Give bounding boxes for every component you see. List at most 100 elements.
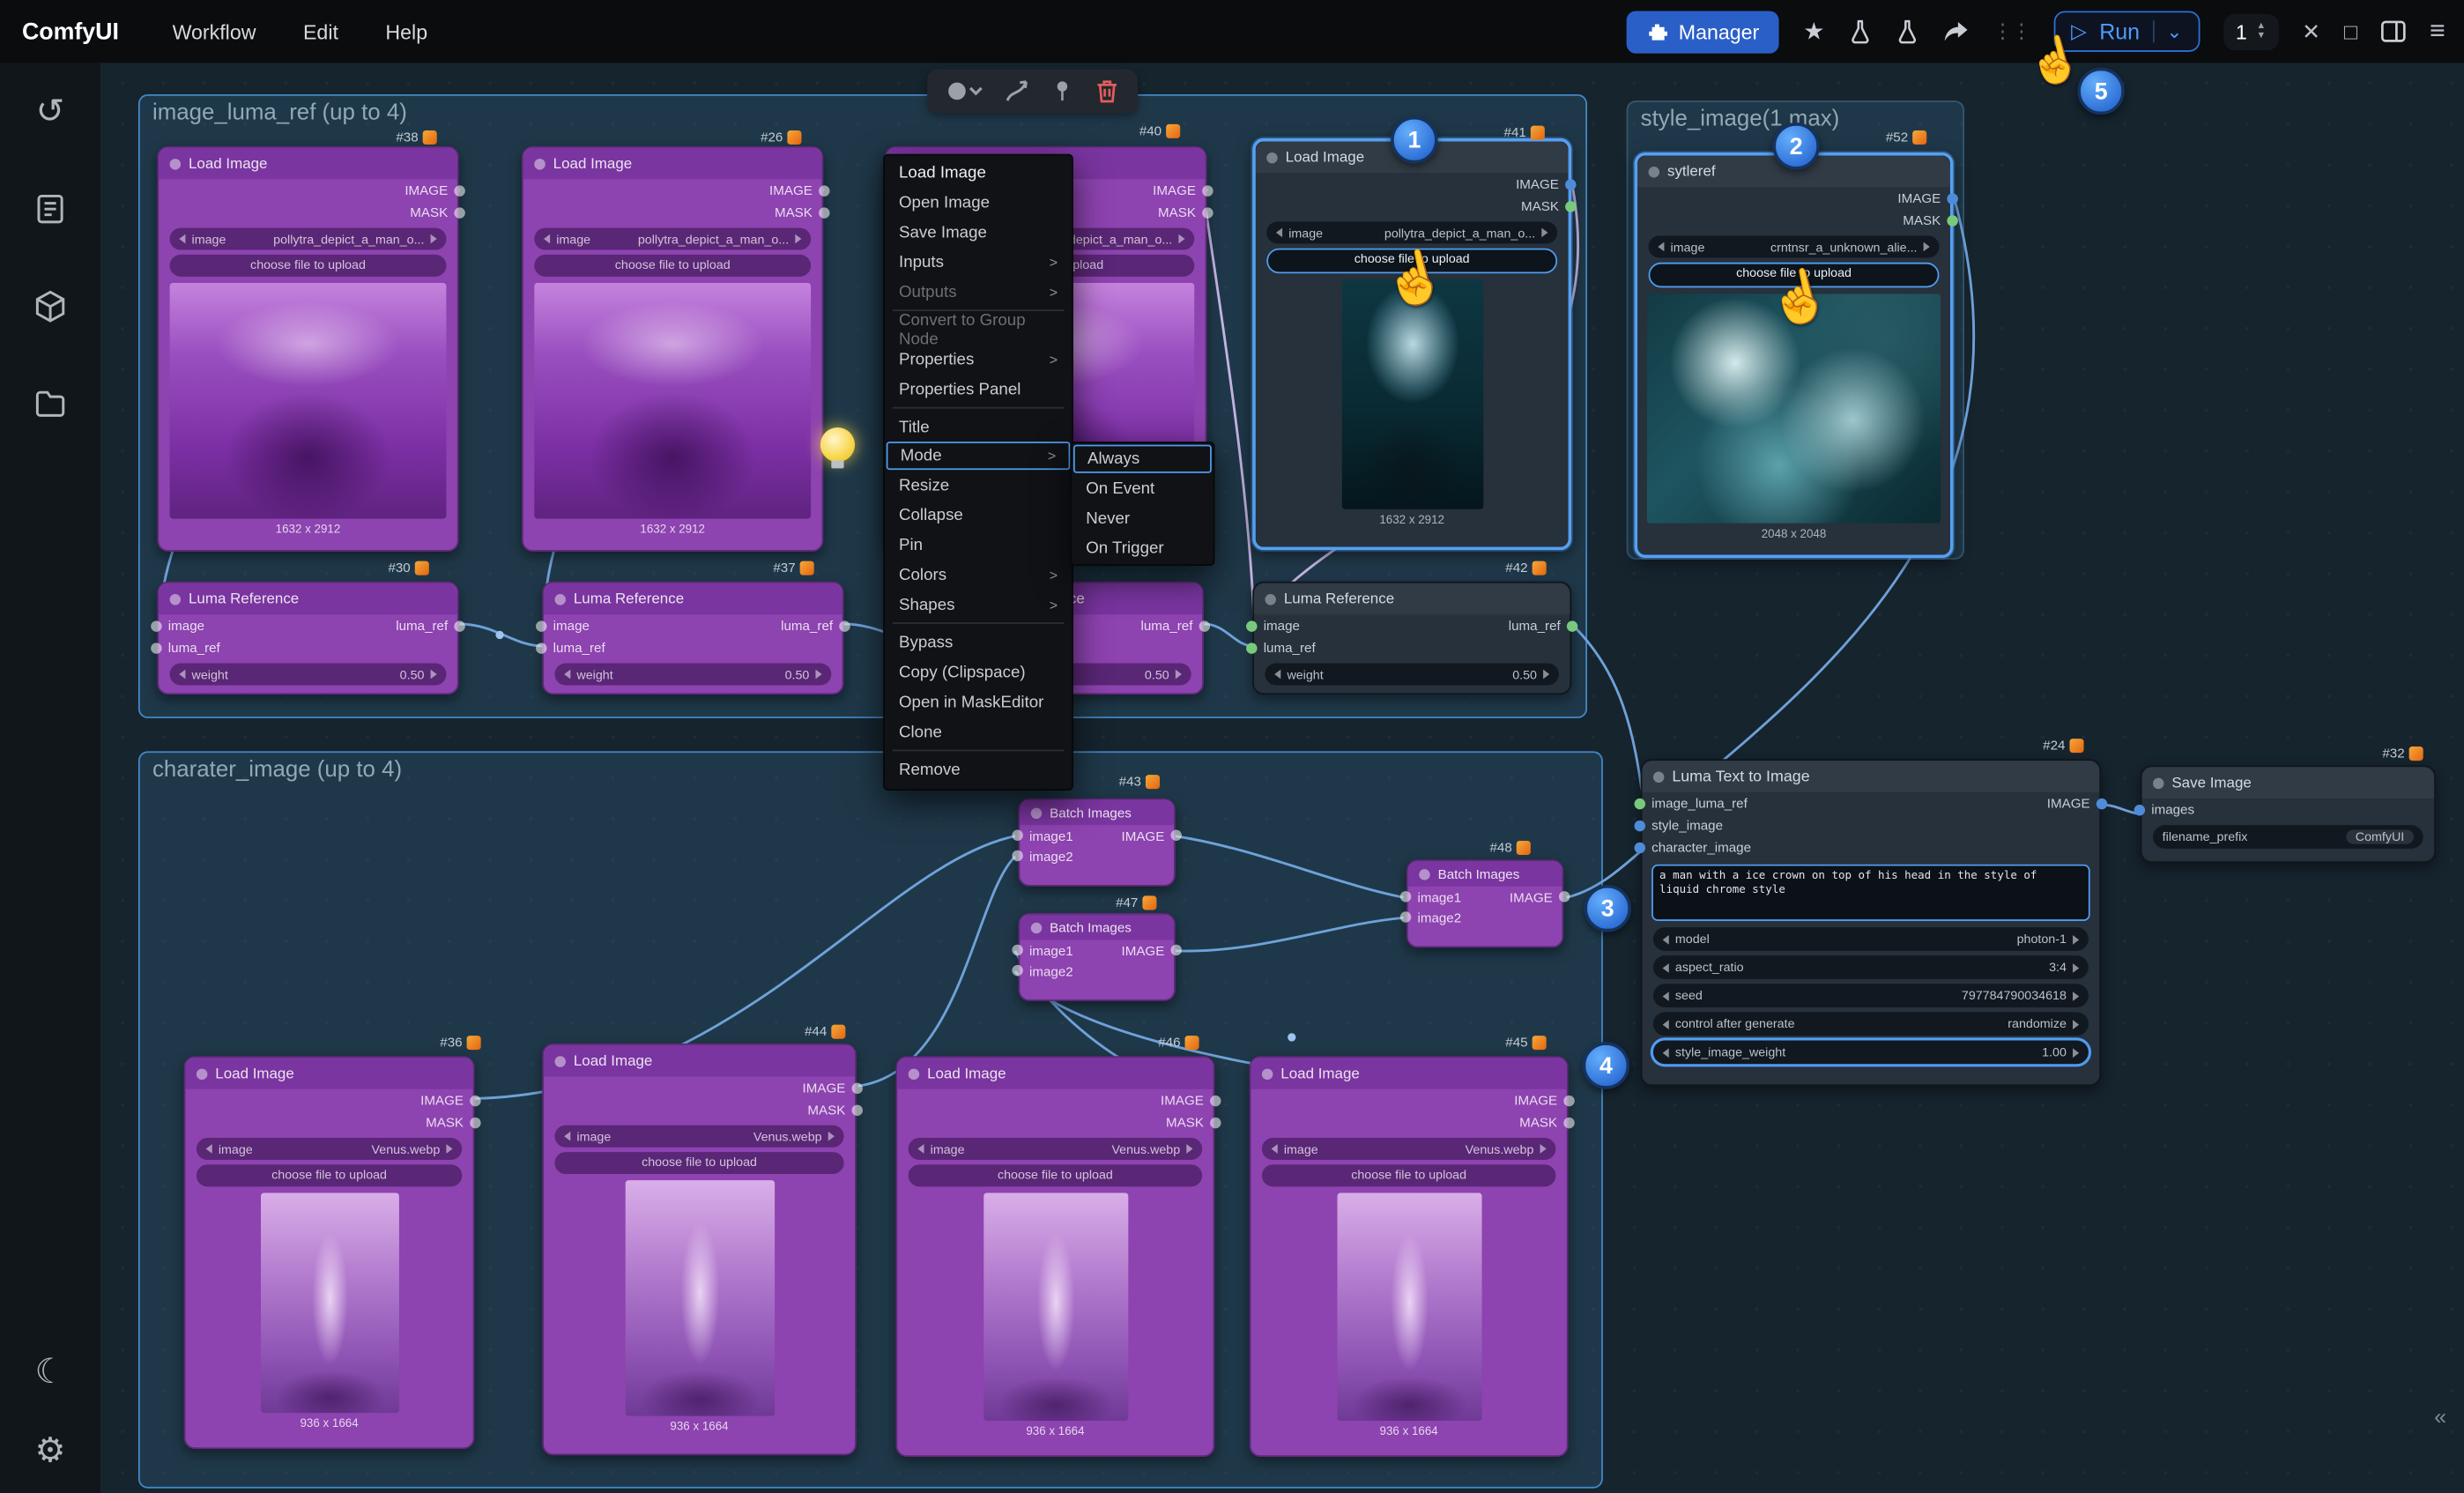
node-header[interactable]: Luma Reference — [159, 583, 457, 615]
input-image2-port[interactable] — [1012, 965, 1022, 976]
submenu-item-never[interactable]: Never — [1073, 503, 1212, 533]
input-image1-port[interactable] — [1012, 830, 1022, 841]
input-luma-ref-port[interactable] — [151, 642, 161, 652]
image-filename-widget[interactable]: imageVenus.webp — [554, 1125, 843, 1148]
group-title[interactable]: charater_image (up to 4) — [152, 758, 402, 784]
menu-item-copy-clipspace[interactable]: Copy (Clipspace) — [887, 657, 1071, 687]
node-styleref-52[interactable]: sytleref IMAGE MASK imagecrntnsr_a_unkno… — [1635, 152, 1954, 558]
control-after-generate-widget[interactable]: control after generaterandomize — [1653, 1012, 2089, 1036]
choose-file-button[interactable]: choose file to upload — [170, 255, 447, 277]
next-arrow-icon[interactable] — [2073, 962, 2079, 972]
node-header[interactable]: Luma Reference — [544, 583, 842, 615]
clear-queue-icon[interactable]: ✕ — [2302, 19, 2320, 45]
output-image-port[interactable] — [1170, 830, 1181, 841]
choose-file-button[interactable]: choose file to upload — [1262, 1164, 1555, 1186]
node-load-image-36[interactable]: Load Image IMAGE MASK imageVenus.webp ch… — [184, 1056, 475, 1449]
menu-edit[interactable]: Edit — [303, 19, 338, 43]
menu-item-open-maskeditor[interactable]: Open in MaskEditor — [887, 687, 1071, 717]
menu-item-outputs[interactable]: Outputs> — [887, 277, 1071, 307]
panel-collapse-icon[interactable]: « — [2434, 1403, 2446, 1429]
node-load-image-26[interactable]: Load Image IMAGE MASK imagepollytra_depi… — [522, 146, 823, 552]
node-header[interactable]: Batch Images — [1020, 800, 1174, 826]
output-luma-ref-port[interactable] — [454, 620, 464, 630]
output-image-port[interactable] — [1210, 1095, 1221, 1105]
folder-icon[interactable] — [33, 387, 67, 421]
image-filename-widget[interactable]: imagepollytra_depict_a_man_o... — [534, 228, 811, 250]
next-arrow-icon[interactable] — [2073, 991, 2079, 1000]
output-mask-port[interactable] — [819, 206, 829, 217]
menu-item-save-image[interactable]: Save Image — [887, 217, 1071, 247]
submenu-item-always[interactable]: Always — [1073, 445, 1212, 473]
output-mask-port[interactable] — [470, 1117, 480, 1127]
manager-button[interactable]: Manager — [1627, 11, 1780, 53]
menu-item-mode[interactable]: Mode> — [887, 442, 1071, 470]
choose-file-button[interactable]: choose file to upload — [197, 1164, 462, 1186]
next-arrow-icon[interactable] — [2073, 934, 2079, 944]
output-image-port[interactable] — [1559, 891, 1570, 902]
node-header[interactable]: Batch Images — [1408, 861, 1562, 887]
output-image-port[interactable] — [1563, 1095, 1574, 1105]
image-filename-widget[interactable]: imageVenus.webp — [1262, 1138, 1555, 1160]
maximize-icon[interactable]: □ — [2344, 19, 2357, 44]
settings-gear-icon[interactable]: ⚙ — [34, 1433, 65, 1467]
node-header[interactable]: Luma Text to Image — [1642, 761, 2099, 792]
flask-icon[interactable] — [1848, 19, 1872, 44]
favorites-star-icon[interactable]: ★ — [1803, 18, 1824, 46]
flask-icon[interactable] — [1895, 19, 1919, 44]
next-arrow-icon[interactable] — [431, 670, 437, 680]
share-icon[interactable] — [1942, 19, 1969, 43]
next-arrow-icon[interactable] — [795, 234, 801, 244]
input-luma-ref-port[interactable] — [1246, 642, 1257, 652]
node-header[interactable]: Load Image — [544, 1045, 855, 1077]
node-luma-reference-30[interactable]: Luma Reference imageluma_ref luma_ref we… — [157, 582, 458, 695]
output-luma-ref-port[interactable] — [1199, 620, 1210, 630]
image-filename-widget[interactable]: imagecrntnsr_a_unknown_alie... — [1649, 235, 1940, 257]
weight-widget[interactable]: weight0.50 — [554, 664, 831, 686]
image-filename-widget[interactable]: imagepollytra_depict_a_man_o... — [170, 228, 447, 250]
batch-count-stepper[interactable]: 1 ▲▼ — [2223, 13, 2279, 49]
choose-file-button[interactable]: choose file to upload — [554, 1152, 843, 1174]
input-image1-port[interactable] — [1400, 891, 1411, 902]
output-mask-port[interactable] — [1565, 200, 1576, 211]
submenu-item-on-trigger[interactable]: On Trigger — [1073, 533, 1212, 563]
hamburger-menu-icon[interactable]: ≡ — [2430, 16, 2445, 48]
node-load-image-45[interactable]: Load Image IMAGE MASK imageVenus.webp ch… — [1250, 1056, 1569, 1457]
node-header[interactable]: Luma Reference — [1254, 583, 1570, 615]
output-luma-ref-port[interactable] — [839, 620, 850, 630]
next-arrow-icon[interactable] — [2073, 1019, 2079, 1029]
output-image-port[interactable] — [1202, 185, 1213, 196]
node-color-icon[interactable] — [946, 78, 983, 104]
node-header[interactable]: Load Image — [1251, 1058, 1566, 1089]
node-luma-reference-37[interactable]: Luma Reference imageluma_ref luma_ref we… — [542, 582, 843, 695]
node-header[interactable]: Save Image — [2142, 767, 2435, 798]
node-batch-images-43[interactable]: Batch Images image1IMAGE image2 — [1019, 798, 1176, 887]
menu-item-colors[interactable]: Colors> — [887, 560, 1071, 590]
output-image-port[interactable] — [1170, 945, 1181, 955]
bypass-link-icon[interactable] — [1004, 78, 1029, 104]
node-save-image-32[interactable]: Save Image images filename_prefixComfyUI — [2141, 765, 2436, 863]
weight-widget[interactable]: weight0.50 — [1265, 664, 1558, 686]
style-image-weight-widget[interactable]: style_image_weight1.00 — [1653, 1040, 2089, 1064]
next-arrow-icon[interactable] — [1543, 670, 1549, 680]
input-style-image-port[interactable] — [1635, 820, 1645, 830]
filename-prefix-widget[interactable]: filename_prefixComfyUI — [2153, 825, 2423, 849]
next-arrow-icon[interactable] — [1541, 228, 1547, 238]
menu-item-shapes[interactable]: Shapes> — [887, 590, 1071, 620]
menu-item-properties-panel[interactable]: Properties Panel — [887, 374, 1071, 404]
prompt-textarea[interactable]: a man with a ice crown on top of his hea… — [1651, 865, 2090, 921]
input-image-luma-ref-port[interactable] — [1635, 798, 1645, 808]
prev-arrow-icon[interactable] — [1658, 242, 1664, 252]
prev-arrow-icon[interactable] — [1663, 991, 1669, 1000]
output-mask-port[interactable] — [1210, 1117, 1221, 1127]
prev-arrow-icon[interactable] — [1663, 934, 1669, 944]
next-arrow-icon[interactable] — [431, 234, 437, 244]
next-arrow-icon[interactable] — [828, 1132, 835, 1141]
node-header[interactable]: Load Image — [185, 1058, 472, 1089]
node-load-image-44[interactable]: Load Image IMAGE MASK imageVenus.webp ch… — [542, 1044, 857, 1455]
menu-workflow[interactable]: Workflow — [173, 19, 256, 43]
group-title[interactable]: image_luma_ref (up to 4) — [152, 100, 407, 126]
theme-moon-icon[interactable]: ☾ — [34, 1355, 65, 1389]
pin-icon[interactable] — [1050, 78, 1075, 104]
prev-arrow-icon[interactable] — [564, 1132, 570, 1141]
menu-item-inputs[interactable]: Inputs> — [887, 247, 1071, 277]
